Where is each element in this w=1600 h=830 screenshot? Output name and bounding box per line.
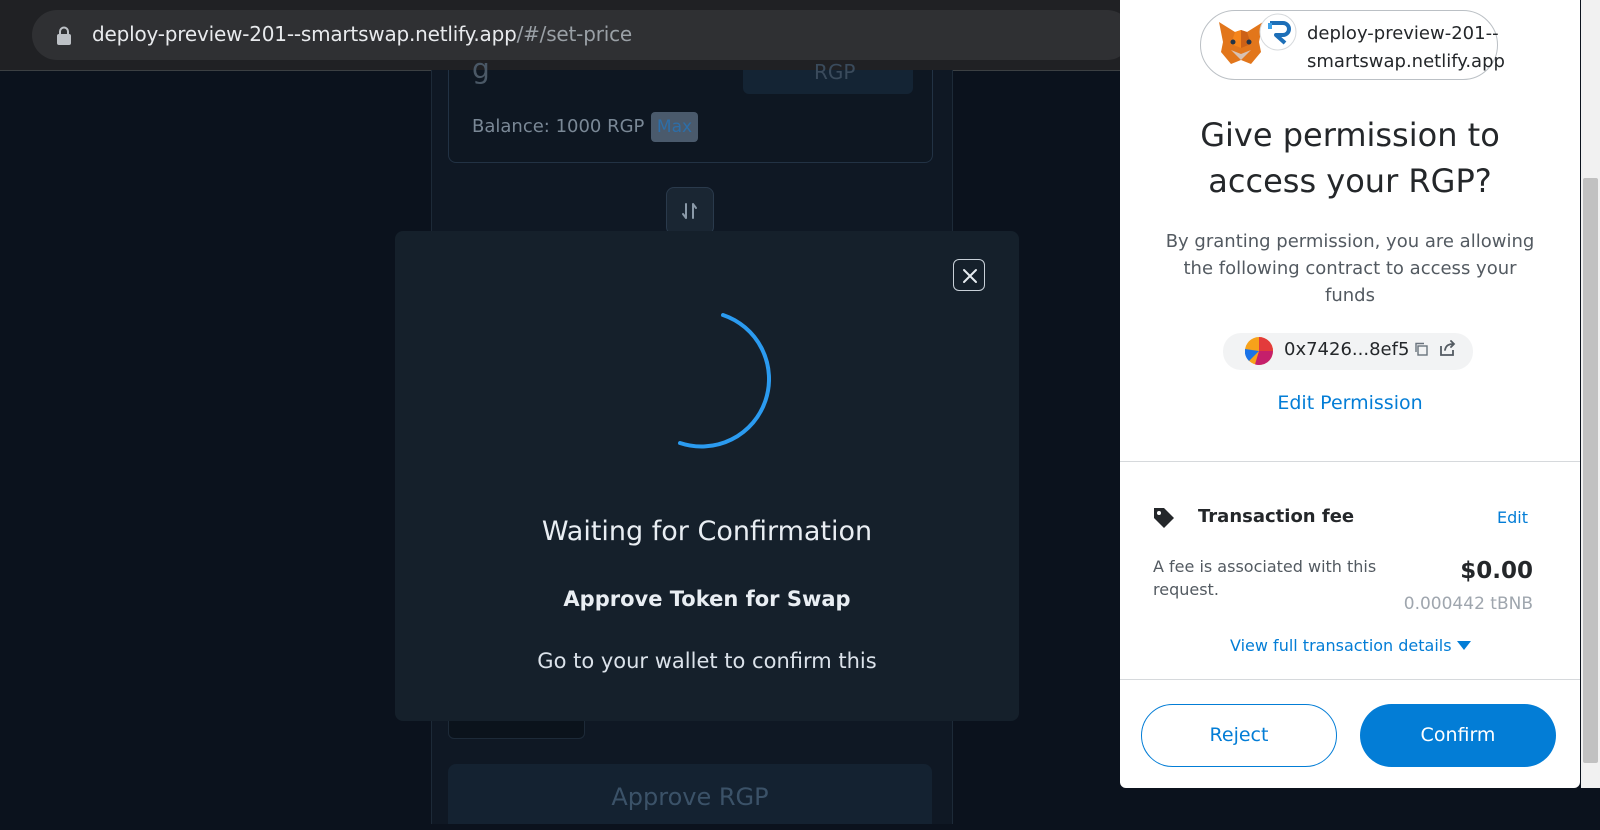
approve-rgp-button[interactable]: Approve RGP [448, 764, 932, 824]
modal-message: Go to your wallet to confirm this [537, 649, 877, 673]
view-on-explorer-icon[interactable] [1439, 340, 1457, 356]
reject-button[interactable]: Reject [1141, 704, 1337, 767]
edit-fee-link[interactable]: Edit [1497, 508, 1528, 527]
divider [1120, 679, 1580, 680]
smartswap-logo-icon [1259, 13, 1297, 51]
permission-title: Give permission to access your RGP? [1200, 116, 1500, 200]
lock-icon [57, 26, 71, 45]
fee-fiat-amount: $0.00 [1460, 558, 1533, 584]
edit-permission-link[interactable]: Edit Permission [1160, 392, 1540, 414]
amount-input-partial[interactable]: g [472, 52, 490, 85]
swap-arrows-icon [682, 203, 697, 219]
divider [1120, 461, 1580, 462]
token-select-label: RGP [814, 60, 856, 84]
chevron-down-icon[interactable] [1457, 641, 1471, 650]
close-icon [963, 269, 977, 283]
fee-description: A fee is associated with this request. [1153, 557, 1377, 599]
url-path: /#/set-price [516, 22, 633, 46]
balance-label: Balance: 1000 RGP [472, 116, 645, 137]
fee-native-amount: 0.000442 tBNB [1403, 594, 1533, 614]
url-host: deploy-preview-201--smartswap.netlify.ap… [92, 22, 517, 46]
confirm-button[interactable]: Confirm [1360, 704, 1556, 767]
copy-icon[interactable] [1414, 342, 1428, 356]
metamask-fox-icon [1219, 22, 1263, 64]
field-fragment [448, 720, 585, 739]
contract-address: 0x7426...8ef5 [1284, 339, 1410, 360]
loading-spinner-icon [678, 313, 771, 449]
transaction-fee-title: Transaction fee [1198, 506, 1355, 527]
modal-subtitle: Approve Token for Swap [563, 587, 851, 611]
modal-title: Waiting for Confirmation [541, 516, 873, 547]
close-modal-button[interactable] [953, 259, 985, 291]
view-transaction-details-link[interactable]: View full transaction details [1230, 636, 1452, 655]
tag-icon [1154, 508, 1174, 528]
metamask-scroll-thumb[interactable] [1583, 178, 1598, 763]
swap-direction-button[interactable] [666, 187, 714, 235]
url-text[interactable]: deploy-preview-201--smartswap.netlify.ap… [92, 22, 632, 46]
site-origin-text: deploy-preview-201--smartswap.netlify.ap… [1307, 23, 1505, 72]
max-button[interactable]: Max [651, 112, 698, 142]
permission-description: By granting permission, you are allowing… [1165, 231, 1535, 306]
contract-avatar-icon [1245, 337, 1273, 365]
